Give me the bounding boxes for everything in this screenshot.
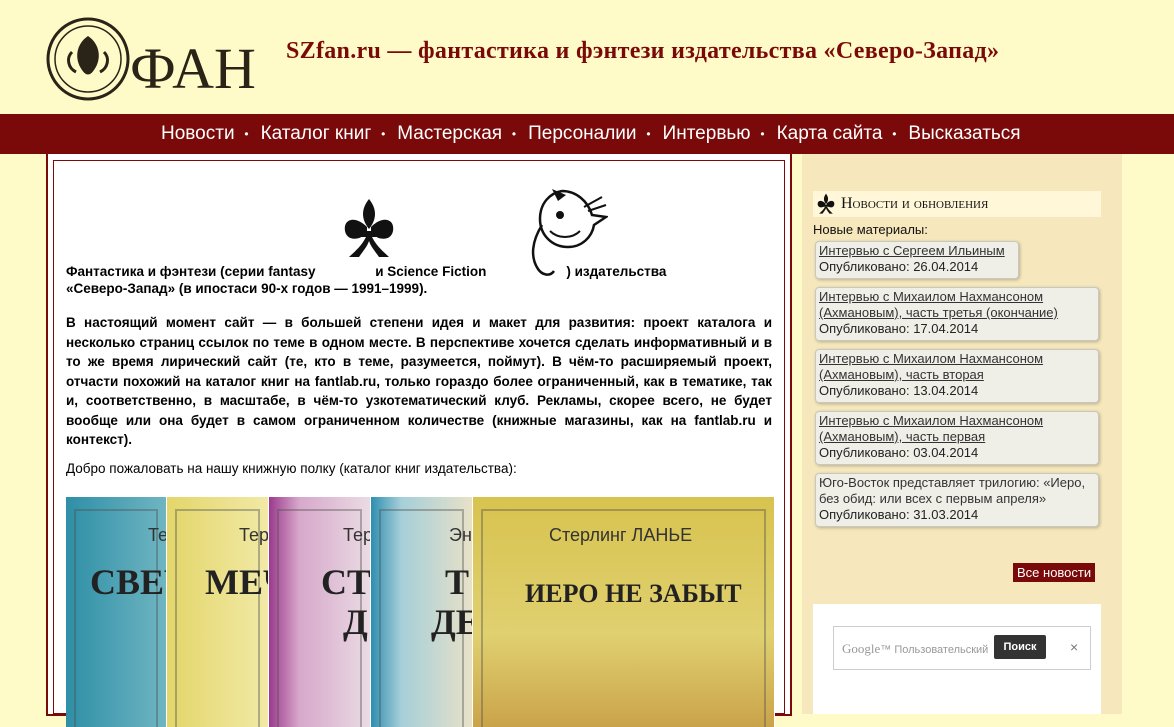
news-date: Опубликовано: 17.04.2014 [819,321,979,336]
all-news-button[interactable]: Все новости [1013,563,1096,582]
book-cover[interactable]: Тер СВЕЧ [66,497,167,727]
site-logo[interactable]: ФАН [46,14,256,104]
site-title: SZfan.ru — фантастика и фэнтези издатель… [286,38,1000,64]
news-link[interactable]: Интервью с Сергеем Ильиным [819,243,1005,258]
news-item: Интервью с Михаилом Нахмансоном (Ахманов… [815,287,1099,341]
svg-text:ФАН: ФАН [130,36,256,101]
intro-text: Фантастика и фэнтези (серии fantasy и Sc… [66,264,667,296]
google-search-label: Google™ Пользовательский [842,641,989,656]
nav-item-interview[interactable]: Интервью • [650,123,765,145]
search-input[interactable]: Google™ Пользовательский Поиск × [833,626,1091,670]
nav-item-news[interactable]: Новости • [148,123,249,145]
lily-icon [817,193,835,214]
news-title: Новости и обновления [841,195,989,212]
news-link[interactable]: Интервью с Михаилом Нахмансоном (Ахманов… [819,351,1043,382]
news-item: Интервью с Михаилом Нахмансоном (Ахманов… [815,411,1099,465]
sidebar: Новости и обновления Новые материалы: Ин… [802,154,1122,714]
main-nav: Новости • Каталог книг • Мастерская • Персо… [0,114,1174,154]
book-cover[interactable]: Тер СТЕ Д [269,497,371,727]
news-link[interactable]: Интервью с Михаилом Нахмансоном (Ахманов… [819,413,1043,444]
news-link[interactable]: Интервью с Михаилом Нахмансоном (Ахманов… [819,289,1058,320]
news-date: Опубликовано: 03.04.2014 [819,445,979,460]
new-materials-label: Новые материалы: [813,222,928,237]
news-text: Юго-Восток представляет трилогию: «Иеро,… [819,475,1086,506]
book-cover[interactable]: Тер МЕЧ [167,497,269,727]
fantasy-lily-icon[interactable] [339,197,399,261]
nav-item-workshop[interactable]: Мастерская • [384,123,516,145]
news-date: Опубликовано: 26.04.2014 [819,259,979,274]
nav-item-sitemap[interactable]: Карта сайта • [764,123,897,145]
news-date: Опубликовано: 31.03.2014 [819,507,979,522]
bookshelf: Тер СВЕЧ Тер МЕЧ Тер СТЕ Д Энн Т ДЕ [66,497,775,727]
search-button[interactable]: Поиск [994,635,1046,659]
news-item: Юго-Восток представляет трилогию: «Иеро,… [815,473,1099,527]
book-cover[interactable]: Энн Т ДЕ [371,497,473,727]
site-header: ФАН SZfan.ru — фантастика и фэнтези изда… [0,0,1174,114]
nav-item-feedback[interactable]: Высказаться [895,123,1033,145]
book-cover[interactable]: Стерлинг ЛАНЬЕ ИЕРО НЕ ЗАБЫТ [473,497,775,727]
welcome-text: Добро пожаловать на нашу книжную полку (… [66,461,517,476]
nav-item-persons[interactable]: Персоналии • [515,123,650,145]
news-date: Опубликовано: 13.04.2014 [819,383,979,398]
news-header: Новости и обновления [813,191,1101,217]
description-paragraph: В настоящий момент сайт — в большей степ… [66,315,772,447]
logo-icon: ФАН [46,17,256,101]
nav-item-catalog[interactable]: Каталог книг • [248,123,386,145]
main-content: Фантастика и фэнтези (серии fantasy и Sc… [46,154,792,727]
clear-icon[interactable]: × [1070,639,1078,655]
news-item: Интервью с Михаилом Нахмансоном (Ахманов… [815,349,1099,403]
news-item: Интервью с Сергеем Ильиным Опубликовано:… [815,241,1019,279]
